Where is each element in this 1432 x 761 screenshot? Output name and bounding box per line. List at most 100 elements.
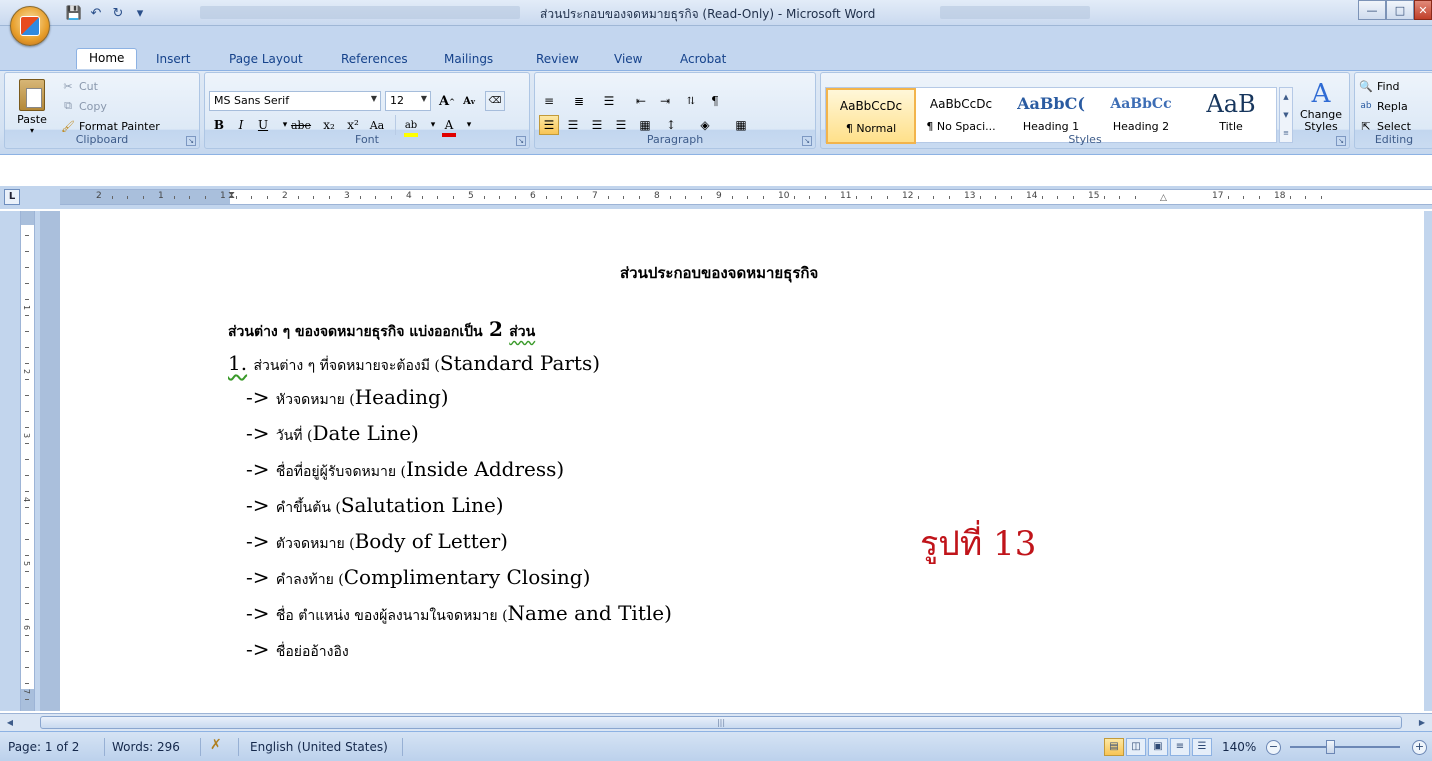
tab-view[interactable]: View — [614, 52, 642, 66]
separator — [104, 738, 105, 756]
arrow-prefix: -> — [246, 421, 270, 445]
font-name-combo[interactable]: MS Sans Serif ▼ — [209, 91, 381, 111]
ruler-tick — [25, 235, 29, 236]
undo-icon[interactable]: ↶ — [88, 5, 104, 21]
word-count[interactable]: Words: 296 — [112, 740, 180, 754]
shrink-font-button[interactable]: Av — [459, 91, 479, 111]
ruler-tick — [111, 196, 113, 199]
part-english: Name and Title) — [507, 601, 672, 625]
ruler-tick — [328, 196, 330, 199]
sort-icon[interactable]: ⇅ — [681, 91, 701, 111]
zoom-slider-track[interactable] — [1290, 746, 1400, 748]
scrollbar-thumb[interactable]: ||| — [40, 716, 1402, 729]
decrease-indent-icon[interactable]: ⇤ — [631, 91, 651, 111]
ruler-tick — [483, 196, 485, 199]
tab-insert[interactable]: Insert — [156, 52, 190, 66]
zoom-level[interactable]: 140% — [1222, 740, 1256, 754]
change-styles-button[interactable]: A Change Styles — [1297, 79, 1345, 133]
maximize-button[interactable]: □ — [1386, 0, 1414, 20]
standard-part-item: -> ตัวจดหมาย (Body of Letter) — [246, 529, 508, 555]
ruler-number: 1 — [158, 191, 164, 201]
web-layout-icon[interactable]: ▣ — [1148, 738, 1168, 756]
minimize-button[interactable]: — — [1358, 0, 1386, 20]
paragraph-dialog-launcher[interactable]: ↘ — [802, 136, 812, 146]
clipboard-dialog-launcher[interactable]: ↘ — [186, 136, 196, 146]
ruler-tick — [933, 196, 934, 199]
close-button[interactable]: ✕ — [1414, 0, 1432, 20]
outline-icon[interactable]: ≡ — [1170, 738, 1190, 756]
select-button[interactable]: ⇱ Select — [1359, 119, 1411, 133]
customize-qat-icon[interactable]: ▾ — [132, 5, 148, 21]
tab-home[interactable]: Home — [76, 48, 138, 69]
ruler-tick — [793, 196, 795, 199]
office-button[interactable] — [10, 6, 50, 46]
numbering-icon[interactable]: ≣ — [569, 91, 589, 111]
standard-part-item: -> ชื่อที่อยู่ผู้รับจดหมาย (Inside Addre… — [246, 457, 564, 483]
font-size-combo[interactable]: 12 ▼ — [385, 91, 431, 111]
zoom-out-icon[interactable]: − — [1266, 740, 1281, 755]
page-count[interactable]: Page: 1 of 2 — [8, 740, 79, 754]
find-button[interactable]: 🔍 Find — [1359, 79, 1399, 93]
increase-indent-icon[interactable]: ⇥ — [655, 91, 675, 111]
bullets-icon[interactable]: ≡ — [539, 91, 559, 111]
ruler-number: 11 — [840, 191, 852, 201]
document-page[interactable]: ส่วนประกอบของจดหมายธุรกิจ ส่วนต่าง ๆ ของ… — [60, 211, 1424, 711]
language[interactable]: English (United States) — [250, 740, 388, 754]
horizontal-scrollbar[interactable]: ◀ ||| ▶ — [0, 713, 1432, 731]
format-painter-button[interactable]: 🖌 Format Painter — [61, 119, 160, 133]
print-layout-icon[interactable]: ▤ — [1104, 738, 1124, 756]
replace-label: Repla — [1377, 99, 1408, 113]
scroll-right-icon[interactable]: ▶ — [1414, 715, 1430, 730]
horizontal-ruler[interactable]: 2 1 1 2 3 4 5 6 7 8 9 10 11 12 13 14 15 17 18 ⧗ △ — [60, 189, 1432, 205]
vertical-ruler-area: 1 2 3 4 5 6 7 — [0, 211, 40, 711]
ruler-tick — [948, 196, 950, 199]
quick-access-toolbar: 💾 ↶ ↻ ▾ — [66, 3, 148, 23]
save-icon[interactable]: 💾 — [66, 5, 82, 21]
tab-references[interactable]: References — [341, 52, 408, 66]
ruler-tick — [731, 196, 733, 199]
paste-button[interactable]: Paste ▾ — [11, 77, 53, 135]
show-formatting-icon[interactable]: ¶ — [705, 91, 725, 111]
tab-review[interactable]: Review — [536, 52, 579, 66]
binoculars-icon: 🔍 — [1359, 79, 1373, 93]
ruler-tick — [1289, 196, 1291, 199]
font-dialog-launcher[interactable]: ↘ — [516, 136, 526, 146]
right-indent-marker-icon[interactable]: △ — [1160, 193, 1167, 203]
draft-icon[interactable]: ☰ — [1192, 738, 1212, 756]
multilevel-list-icon[interactable]: ☰ — [599, 91, 619, 111]
clipboard-group-label: Clipboard — [75, 133, 129, 146]
font-group-label: Font — [355, 133, 379, 146]
styles-dialog-launcher[interactable]: ↘ — [1336, 136, 1346, 146]
zoom-slider-thumb[interactable] — [1326, 740, 1335, 754]
ruler-tick — [917, 196, 919, 199]
zoom-in-icon[interactable]: + — [1412, 740, 1427, 755]
ruler-tick — [189, 196, 190, 199]
copy-button[interactable]: ⧉ Copy — [61, 99, 107, 113]
proofing-icon[interactable]: ✗ — [210, 737, 222, 753]
ruler-tick — [1243, 196, 1244, 199]
tab-page-layout[interactable]: Page Layout — [229, 52, 303, 66]
ruler-number: 4 — [406, 191, 412, 201]
part-english: Date Line) — [312, 421, 419, 445]
tab-selector-button[interactable]: L — [4, 189, 20, 205]
paragraph-group-label: Paragraph — [646, 133, 704, 146]
indent-marker-icon[interactable]: ⧗ — [228, 190, 235, 201]
tab-mailings[interactable]: Mailings — [444, 52, 493, 66]
cut-button[interactable]: ✂ Cut — [61, 79, 98, 93]
redo-icon[interactable]: ↻ — [110, 5, 126, 21]
scroll-left-icon[interactable]: ◀ — [2, 715, 18, 730]
vertical-ruler[interactable]: 1 2 3 4 5 6 7 — [20, 211, 35, 711]
clear-formatting-icon[interactable]: ⌫ — [485, 91, 505, 111]
styles-group: AaBbCcDc ¶ Normal AaBbCcDc ¶ No Spaci...… — [820, 72, 1350, 149]
ruler-tick — [127, 196, 128, 199]
grow-font-button[interactable]: A ^ — [437, 91, 457, 111]
ruler-tick — [25, 299, 29, 300]
ruler-tick — [204, 196, 206, 199]
replace-button[interactable]: ab Repla — [1359, 99, 1408, 113]
ruler-tick — [1227, 196, 1229, 199]
window-controls: — □ ✕ — [1358, 0, 1432, 20]
status-bar: Page: 1 of 2 Words: 296 ✗ English (Unite… — [0, 731, 1432, 761]
tab-acrobat[interactable]: Acrobat — [680, 52, 726, 66]
full-screen-reading-icon[interactable]: ◫ — [1126, 738, 1146, 756]
change-styles-label: Change Styles — [1299, 108, 1343, 133]
